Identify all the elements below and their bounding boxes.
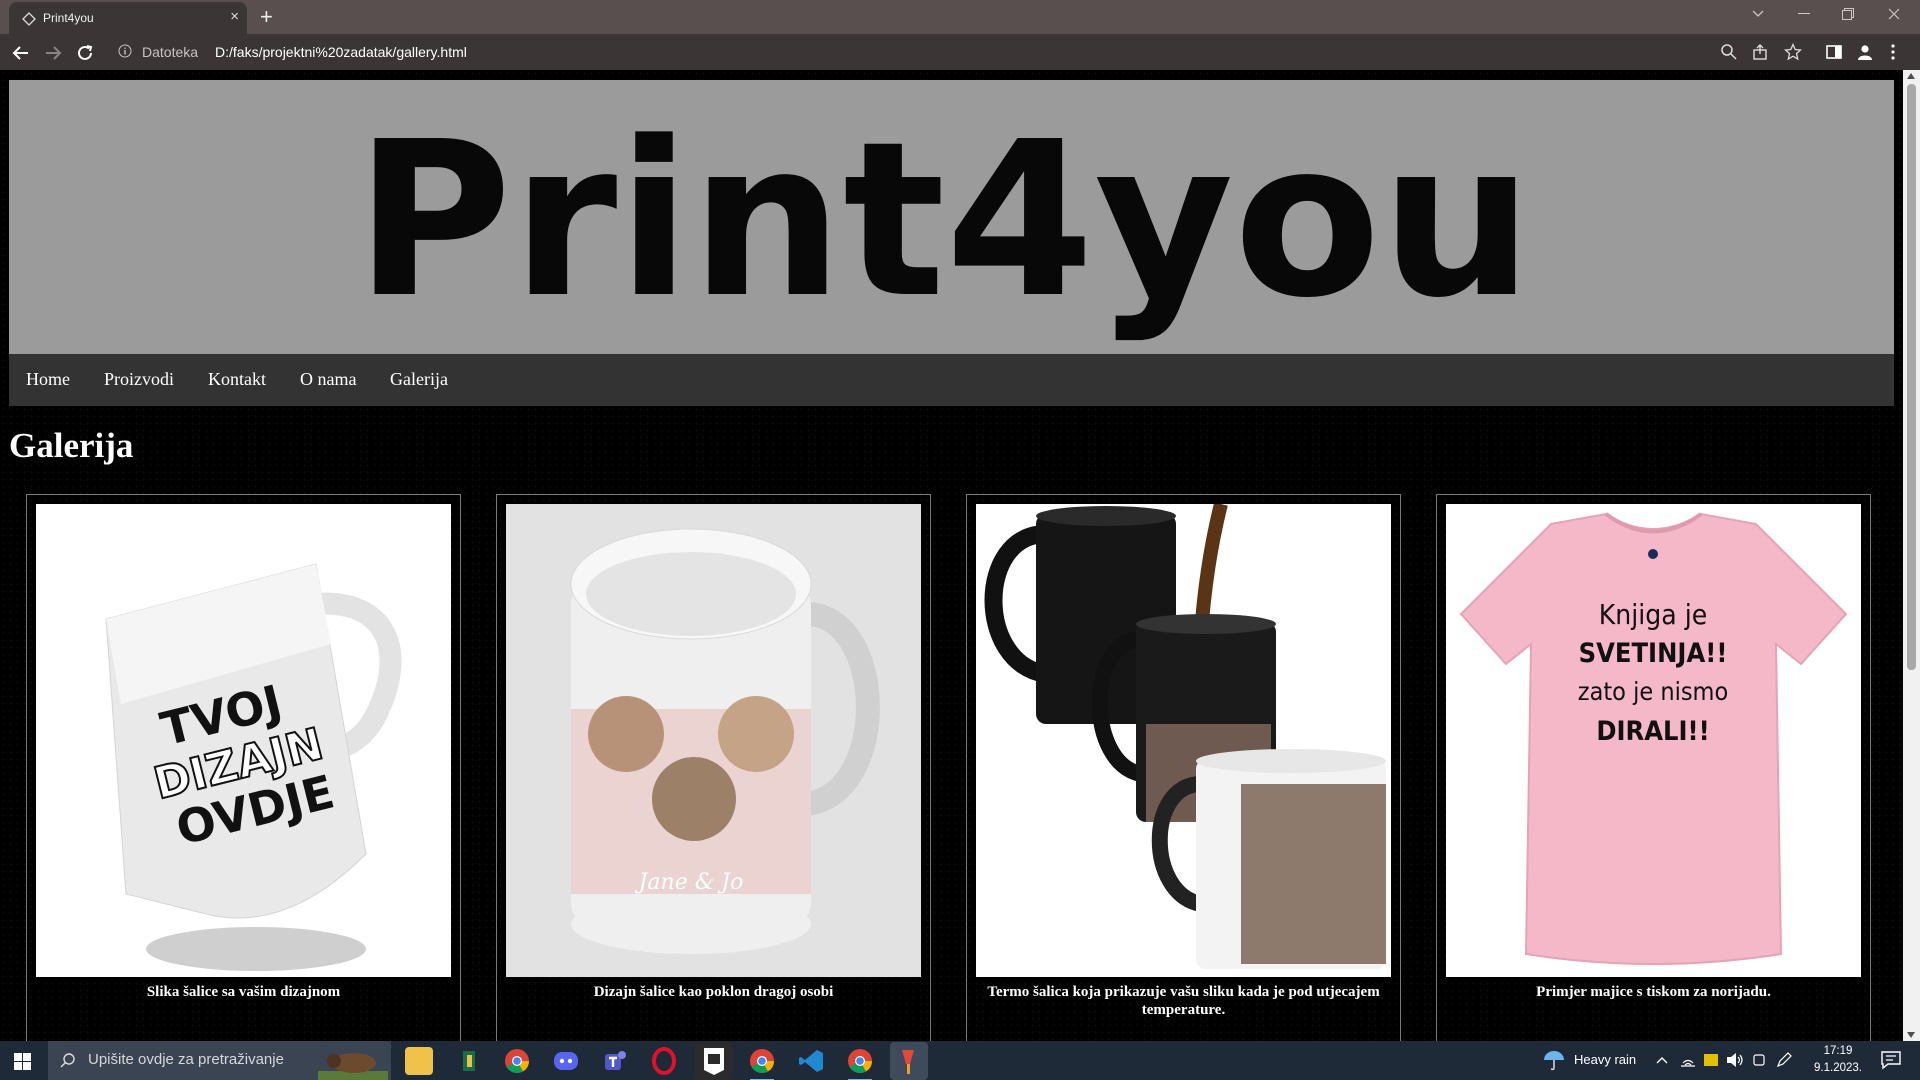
side-panel-icon[interactable] [1825,43,1843,61]
weather-text: Heavy rain [1574,1052,1637,1067]
scrollbar-thumb[interactable] [1907,84,1916,670]
tab-close-icon[interactable]: × [230,8,239,25]
rain-umbrella-icon [1544,1051,1564,1071]
paint-app-icon[interactable] [890,1042,928,1080]
back-arrow-icon[interactable] [10,42,32,64]
shirt-print-line-1: Knjiga je [1599,598,1707,631]
volume-icon[interactable] [1726,1052,1744,1068]
nav-o-nama[interactable]: O nama [300,369,356,390]
clock-time: 17:19 [1823,1045,1853,1057]
search-placeholder: Upišite ovdje za pretraživanje [88,1051,284,1068]
mug-script-text: Jane & Jo [635,870,744,895]
vscode-icon[interactable] [797,1047,825,1075]
gallery-caption-4: Primjer majice s tiskom za norijadu. [1536,984,1771,1000]
gallery-caption-1: Slika šalice sa vašim dizajnom [146,984,341,1000]
pen-icon[interactable] [1776,1052,1792,1068]
restore-icon[interactable] [1842,8,1854,20]
address-url[interactable]: D:/faks/projektni%20zadatak/gallery.html [215,44,467,60]
scroll-down-arrow-icon[interactable] [1907,1032,1915,1038]
new-tab-button[interactable]: + [260,4,273,30]
shirt-print-line-2: SVETINJA!! [1579,638,1728,669]
nav-proizvodi[interactable]: Proizvodi [104,369,174,390]
gallery-card-1: TVOJ DIZAJN OVDJE Slika šalice sa vašim … [26,494,461,1041]
chrome-profile-icon[interactable] [748,1047,776,1080]
mug-design-photo[interactable]: TVOJ DIZAJN OVDJE [36,504,451,977]
site-banner: Print4you [9,80,1894,354]
shirt-print-line-3: zato je nismo [1578,677,1728,706]
minimize-icon[interactable] [1798,13,1810,15]
teams-icon[interactable] [601,1047,629,1075]
epic-games-icon[interactable] [695,1042,733,1080]
site-logo: Print4you [355,96,1533,345]
gift-mug-photo[interactable]: Jane & Jo [506,504,921,977]
gallery-card-4: Knjiga je SVETINJA!! zato je nismo DIRAL… [1436,494,1871,1041]
shirt-print-line-4: DIRALI!! [1596,716,1709,747]
gallery-caption-3: Termo šalica koja prikazuje vašu sliku k… [987,984,1380,1018]
search-highlight-bison-icon [318,1053,388,1080]
page-scrollbar[interactable] [1903,70,1920,1041]
page-viewport: Print4you Home Proizvodi Kontakt O nama … [0,70,1903,1041]
profile-icon[interactable] [1856,43,1874,61]
share-icon[interactable] [1752,43,1770,61]
notifications-icon[interactable] [1880,1050,1902,1070]
forward-arrow-icon[interactable] [42,42,64,64]
opera-icon[interactable] [650,1047,678,1075]
main-nav: Home Proizvodi Kontakt O nama Galerija [9,354,1894,406]
clock-date: 9.1.2023. [1814,1062,1862,1074]
tray-app-icon[interactable] [1703,1053,1719,1067]
gallery-card-3: Termo šalica koja prikazuje vašu sliku k… [966,494,1401,1041]
discord-icon[interactable] [552,1047,580,1075]
close-window-icon[interactable] [1888,8,1900,20]
meet-now-icon[interactable] [1752,1052,1766,1068]
tab-search-chevron-icon[interactable] [1752,10,1764,18]
scroll-up-arrow-icon[interactable] [1907,73,1915,79]
tray-chevron-up-icon[interactable] [1656,1056,1668,1064]
gallery-card-2: Jane & Jo Dizajn šalice kao poklon drago… [496,494,931,1041]
chrome-alt-icon[interactable] [846,1047,874,1080]
menu-kebab-icon[interactable] [1890,43,1896,61]
chrome-icon[interactable] [503,1047,531,1075]
page-favicon-icon [22,12,36,26]
nav-home[interactable]: Home [26,369,70,390]
thermo-mug-photo[interactable] [976,504,1391,977]
address-bar[interactable]: Datoteka D:/faks/projektni%20zadatak/gal… [110,40,1790,64]
printed-tshirt-photo[interactable]: Knjiga je SVETINJA!! zato je nismo DIRAL… [1446,504,1861,977]
info-icon[interactable] [118,44,132,58]
page-heading: Galerija [9,426,134,465]
search-icon [60,1053,75,1068]
network-icon[interactable] [1680,1053,1696,1067]
gallery-caption-2: Dizajn šalice kao poklon dragoj osobi [593,984,834,1000]
windows-taskbar: Upišite ovdje za pretraživanje Heavy rai… [0,1041,1920,1080]
file-explorer-icon[interactable] [405,1047,433,1075]
address-scheme-label: Datoteka [142,44,199,60]
taskbar-clock[interactable]: 17:19 9.1.2023. [1808,1041,1868,1080]
tab-strip: Print4you × + [0,0,1920,34]
design-app-icon[interactable] [455,1047,483,1075]
zoom-icon[interactable] [1720,43,1738,61]
nav-kontakt[interactable]: Kontakt [208,369,266,390]
reload-icon[interactable] [74,42,96,64]
windows-start-icon[interactable] [14,1053,31,1070]
tab-title: Print4you [43,11,94,25]
nav-galerija[interactable]: Galerija [390,369,448,390]
browser-tab[interactable]: Print4you × [9,2,247,34]
bookmark-star-icon[interactable] [1784,43,1802,61]
taskbar-search-box[interactable]: Upišite ovdje za pretraživanje [48,1041,391,1080]
logo-text: Print4you [355,96,1533,345]
